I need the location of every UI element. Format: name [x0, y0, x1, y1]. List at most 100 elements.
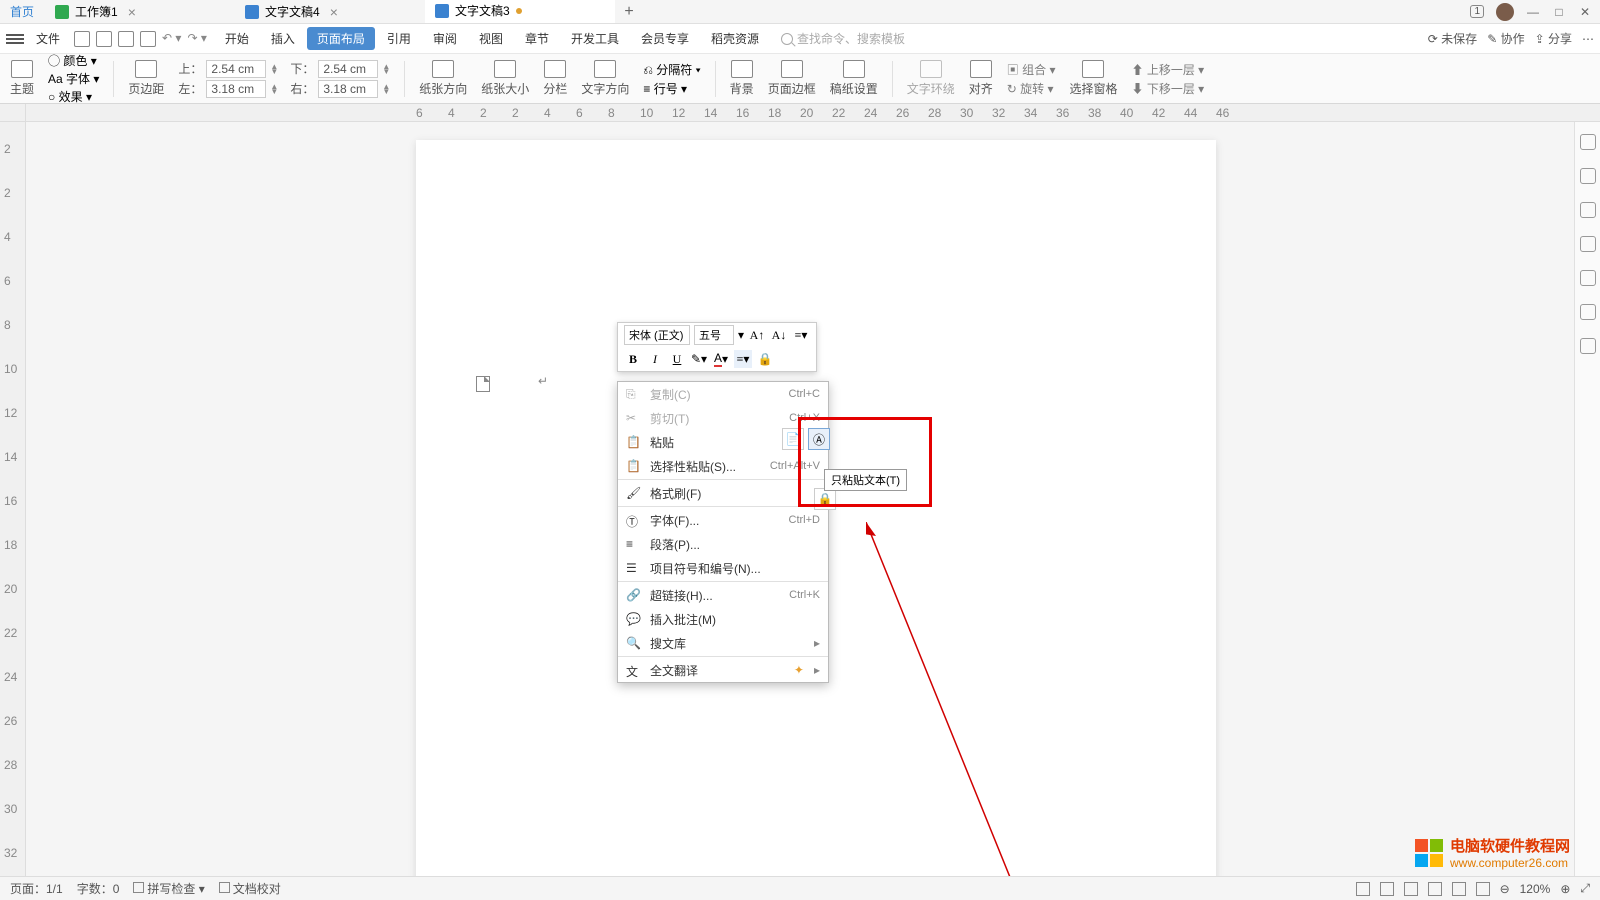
- italic-button[interactable]: I: [646, 350, 664, 368]
- save-icon[interactable]: [74, 31, 90, 47]
- breaks-button[interactable]: ⎌ 分隔符 ▾: [643, 61, 700, 78]
- menu-tab-devtools[interactable]: 开发工具: [561, 27, 629, 50]
- bring-forward-button[interactable]: ⬆ 上移一层 ▾: [1131, 61, 1204, 78]
- menu-tab-resources[interactable]: 稻壳资源: [701, 27, 769, 50]
- side-settings-icon[interactable]: [1580, 270, 1596, 286]
- mini-size-caret-icon[interactable]: ▾: [738, 328, 744, 342]
- print-icon[interactable]: [118, 31, 134, 47]
- align-button[interactable]: 对齐: [969, 60, 993, 97]
- tab-close-icon[interactable]: ×: [124, 4, 140, 20]
- increase-font-icon[interactable]: A↑: [748, 326, 766, 344]
- text-wrap-button[interactable]: 文字环绕: [907, 60, 955, 97]
- page-border-button[interactable]: 页面边框: [768, 60, 816, 97]
- vertical-ruler[interactable]: 22468101214161820222426283032: [0, 122, 26, 876]
- writing-paper-button[interactable]: 稿纸设置: [830, 60, 878, 97]
- export-icon[interactable]: [96, 31, 112, 47]
- orientation-button[interactable]: 纸张方向: [419, 60, 467, 97]
- tab-workbook1[interactable]: 工作簿1 ×: [45, 0, 235, 23]
- color-button[interactable]: ◯ 颜色 ▾: [48, 52, 99, 69]
- close-button[interactable]: ✕: [1578, 5, 1592, 19]
- tab-doc4[interactable]: 文字文稿4 ×: [235, 0, 425, 23]
- print-preview-icon[interactable]: [140, 31, 156, 47]
- cm-hyperlink[interactable]: 🔗超链接(H)...Ctrl+K: [618, 583, 828, 607]
- spinner-icon[interactable]: ▲▼: [270, 64, 278, 74]
- view-focus-icon[interactable]: [1476, 882, 1490, 896]
- tab-home[interactable]: 首页: [0, 0, 45, 23]
- menu-tab-insert[interactable]: 插入: [261, 27, 305, 50]
- cm-translate[interactable]: 文全文翻译✦▸: [618, 658, 828, 682]
- horizontal-ruler[interactable]: 6422468101214161820222426283032343638404…: [26, 104, 1600, 121]
- status-spellcheck[interactable]: 拼写检查 ▾: [133, 880, 204, 897]
- paper-size-button[interactable]: 纸张大小: [481, 60, 529, 97]
- tab-close-icon[interactable]: ×: [326, 4, 342, 20]
- zoom-out-button[interactable]: ⊖: [1500, 882, 1510, 896]
- tab-add-button[interactable]: +: [615, 0, 643, 23]
- text-direction-button[interactable]: 文字方向: [581, 60, 629, 97]
- zoom-in-button[interactable]: ⊕: [1560, 882, 1570, 896]
- side-pen-icon[interactable]: [1580, 168, 1596, 184]
- cm-font[interactable]: Ⓣ字体(F)...Ctrl+D: [618, 508, 828, 532]
- document-canvas[interactable]: ↵ 宋体 (正文) 五号 ▾ A↑ A↓ ≡▾ B I U ✎▾ A▾ ≡▾ 🔒: [26, 122, 1574, 876]
- status-page[interactable]: 页面：1/1: [10, 880, 63, 897]
- paste-match-format[interactable]: 🔒: [814, 488, 836, 510]
- menu-tab-references[interactable]: 引用: [377, 27, 421, 50]
- menu-tab-start[interactable]: 开始: [215, 27, 259, 50]
- cm-format-painter[interactable]: 🖌格式刷(F): [618, 481, 828, 505]
- margins-button[interactable]: 页边距: [128, 60, 164, 97]
- user-avatar[interactable]: [1496, 3, 1514, 21]
- share-button[interactable]: ⇪ 分享: [1535, 30, 1572, 47]
- side-select-icon[interactable]: [1580, 134, 1596, 150]
- command-search[interactable]: 查找命令、搜索模板: [781, 30, 905, 47]
- side-arrow-icon[interactable]: [1580, 202, 1596, 218]
- coop-button[interactable]: ✎ 协作: [1487, 30, 1524, 47]
- view-outline-icon[interactable]: [1404, 882, 1418, 896]
- spinner-icon[interactable]: ▲▼: [382, 84, 390, 94]
- line-numbers-button[interactable]: ≡ 行号 ▾: [643, 80, 700, 97]
- paste-keep-format[interactable]: 📄: [782, 428, 804, 450]
- spinner-icon[interactable]: ▲▼: [382, 64, 390, 74]
- redo-icon[interactable]: ↷ ▾: [187, 31, 206, 47]
- tab-doc3[interactable]: 文字文稿3: [425, 0, 615, 23]
- side-chain-icon[interactable]: [1580, 304, 1596, 320]
- selection-pane-button[interactable]: 选择窗格: [1069, 60, 1117, 97]
- side-location-icon[interactable]: [1580, 338, 1596, 354]
- cm-copy[interactable]: ⎘复制(C)Ctrl+C: [618, 382, 828, 406]
- decrease-font-icon[interactable]: A↓: [770, 326, 788, 344]
- zoom-value[interactable]: 120%: [1520, 882, 1551, 896]
- menu-tab-pagelayout[interactable]: 页面布局: [307, 27, 375, 50]
- view-read-icon[interactable]: [1428, 882, 1442, 896]
- background-button[interactable]: 背景: [730, 60, 754, 97]
- view-eye-icon[interactable]: [1356, 882, 1370, 896]
- menu-file[interactable]: 文件: [30, 30, 66, 47]
- more-icon[interactable]: ⋯: [1582, 32, 1594, 46]
- status-words[interactable]: 字数：0: [77, 880, 120, 897]
- cm-paragraph[interactable]: ≡段落(P)...: [618, 532, 828, 556]
- margin-top-field[interactable]: 2.54 cm: [206, 60, 266, 78]
- group-button[interactable]: ▣ 组合 ▾: [1007, 61, 1056, 78]
- cm-bullets[interactable]: ☰项目符号和编号(N)...: [618, 556, 828, 580]
- font-color-button[interactable]: A▾: [712, 350, 730, 368]
- window-count-badge[interactable]: 1: [1470, 5, 1484, 18]
- rotate-button[interactable]: ↻ 旋转 ▾: [1007, 80, 1056, 97]
- mini-font-select[interactable]: 宋体 (正文): [624, 325, 690, 345]
- columns-button[interactable]: 分栏: [543, 60, 567, 97]
- menu-tab-vip[interactable]: 会员专享: [631, 27, 699, 50]
- bold-button[interactable]: B: [624, 350, 642, 368]
- menu-tab-view[interactable]: 视图: [469, 27, 513, 50]
- menu-tab-review[interactable]: 审阅: [423, 27, 467, 50]
- line-spacing-icon[interactable]: ≡▾: [792, 326, 810, 344]
- lock-icon[interactable]: 🔒: [756, 350, 774, 368]
- mini-size-select[interactable]: 五号: [694, 325, 734, 345]
- align-button[interactable]: ≡▾: [734, 350, 752, 368]
- theme-button[interactable]: 主题: [10, 60, 34, 97]
- maximize-button[interactable]: □: [1552, 5, 1566, 19]
- cm-paste-special[interactable]: 📋选择性粘贴(S)...Ctrl+Alt+V: [618, 454, 828, 478]
- effect-button[interactable]: ○ 效果 ▾: [48, 88, 99, 105]
- menu-tab-sections[interactable]: 章节: [515, 27, 559, 50]
- paste-text-only[interactable]: Ⓐ: [808, 428, 830, 450]
- hamburger-icon[interactable]: [6, 34, 24, 44]
- minimize-button[interactable]: —: [1526, 5, 1540, 19]
- send-backward-button[interactable]: ⬇ 下移一层 ▾: [1131, 80, 1204, 97]
- unsaved-indicator[interactable]: ⟳ 未保存: [1428, 30, 1477, 47]
- view-web-icon[interactable]: [1452, 882, 1466, 896]
